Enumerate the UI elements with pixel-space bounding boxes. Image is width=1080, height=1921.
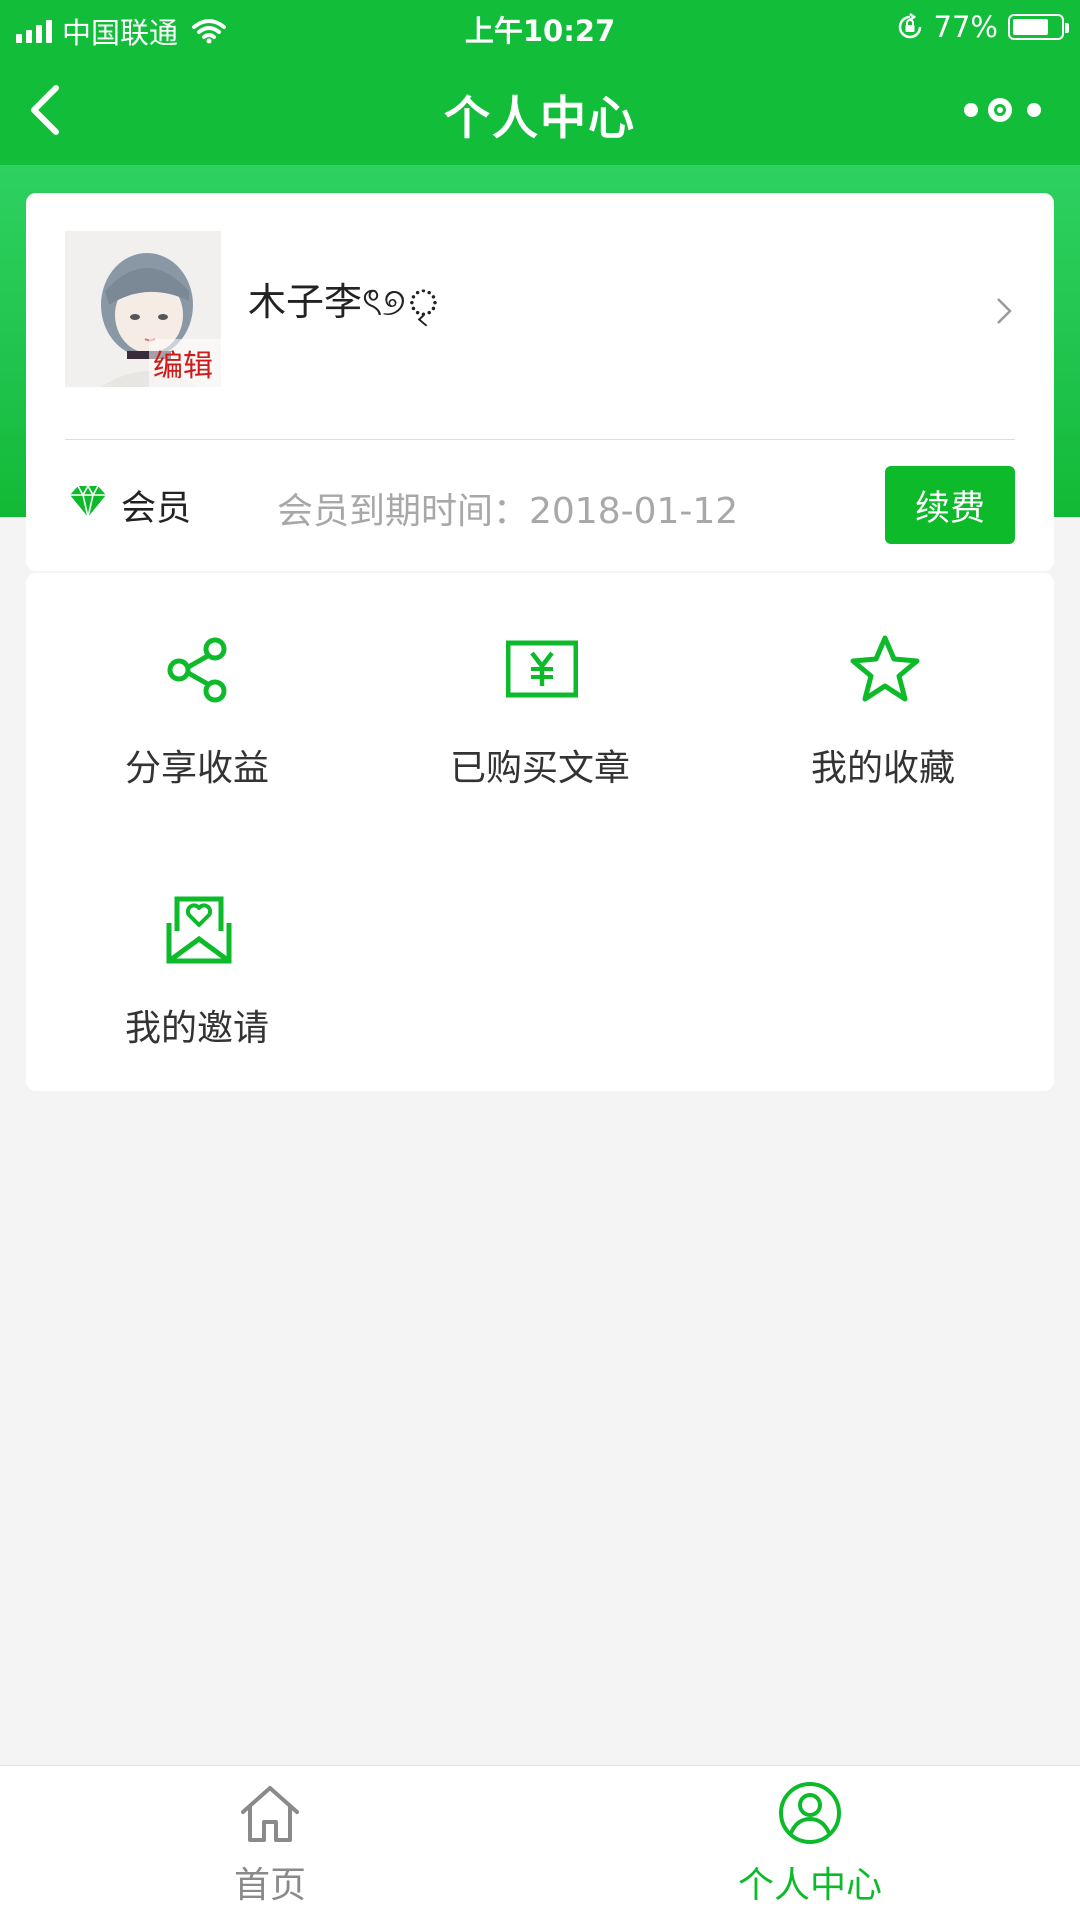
star-icon xyxy=(850,635,920,702)
status-bar: 中国联通 上午10:27 77% xyxy=(0,0,1080,54)
battery-icon xyxy=(1008,14,1069,40)
page-title: 个人中心 xyxy=(444,91,636,145)
grid-item-share-earnings[interactable]: 分享收益 xyxy=(26,573,368,793)
grid-item-invitations[interactable]: 我的邀请 xyxy=(26,833,368,1053)
tab-label: 个人中心 xyxy=(737,1865,882,1906)
tab-bar: 首页 个人中心 xyxy=(0,1765,1080,1921)
chevron-right-icon[interactable] xyxy=(994,293,1014,329)
yen-bill-icon xyxy=(506,640,578,698)
divider xyxy=(65,439,1015,440)
grid-item-label: 分享收益 xyxy=(124,748,269,789)
rotation-lock-icon xyxy=(898,13,921,39)
grid-item-label: 我的收藏 xyxy=(810,748,955,789)
grid-item-favorites[interactable]: 我的收藏 xyxy=(712,573,1054,793)
edit-avatar-label[interactable]: 编辑 xyxy=(149,339,221,387)
grid-item-purchased-articles[interactable]: 已购买文章 xyxy=(369,573,711,793)
heart-envelope-icon xyxy=(166,896,232,964)
menu-grid: 分享收益 已购买文章 我的收藏 我的邀请 xyxy=(26,573,1054,1091)
home-icon xyxy=(241,1786,299,1842)
user-circle-icon xyxy=(779,1782,841,1844)
grid-item-label: 已购买文章 xyxy=(449,748,630,789)
membership-expiry: 会员到期时间：2018-01-12 xyxy=(277,491,739,532)
avatar[interactable]: 编辑 xyxy=(65,231,221,387)
share-icon xyxy=(167,637,227,703)
username: 木子李ৎ୭ৃ xyxy=(248,280,442,324)
battery-percent: 77% xyxy=(933,10,998,44)
more-dots-icon[interactable] xyxy=(956,90,1056,130)
diamond-icon xyxy=(70,484,106,518)
battery-fill xyxy=(1013,19,1048,35)
grid-item-label: 我的邀请 xyxy=(124,1008,269,1049)
tab-home[interactable]: 首页 xyxy=(0,1766,540,1921)
nav-bar: 个人中心 xyxy=(0,54,1080,166)
tab-personal-center[interactable]: 个人中心 xyxy=(540,1766,1080,1921)
membership-row: 会员 会员到期时间：2018-01-12 续费 xyxy=(65,466,1015,546)
renew-button[interactable]: 续费 xyxy=(885,466,1015,544)
member-label: 会员 xyxy=(121,489,192,529)
tab-label: 首页 xyxy=(233,1865,306,1906)
profile-card: 编辑 木子李ৎ୭ৃ 会员 会员到期时间：2018-01-12 续费 xyxy=(26,193,1054,571)
